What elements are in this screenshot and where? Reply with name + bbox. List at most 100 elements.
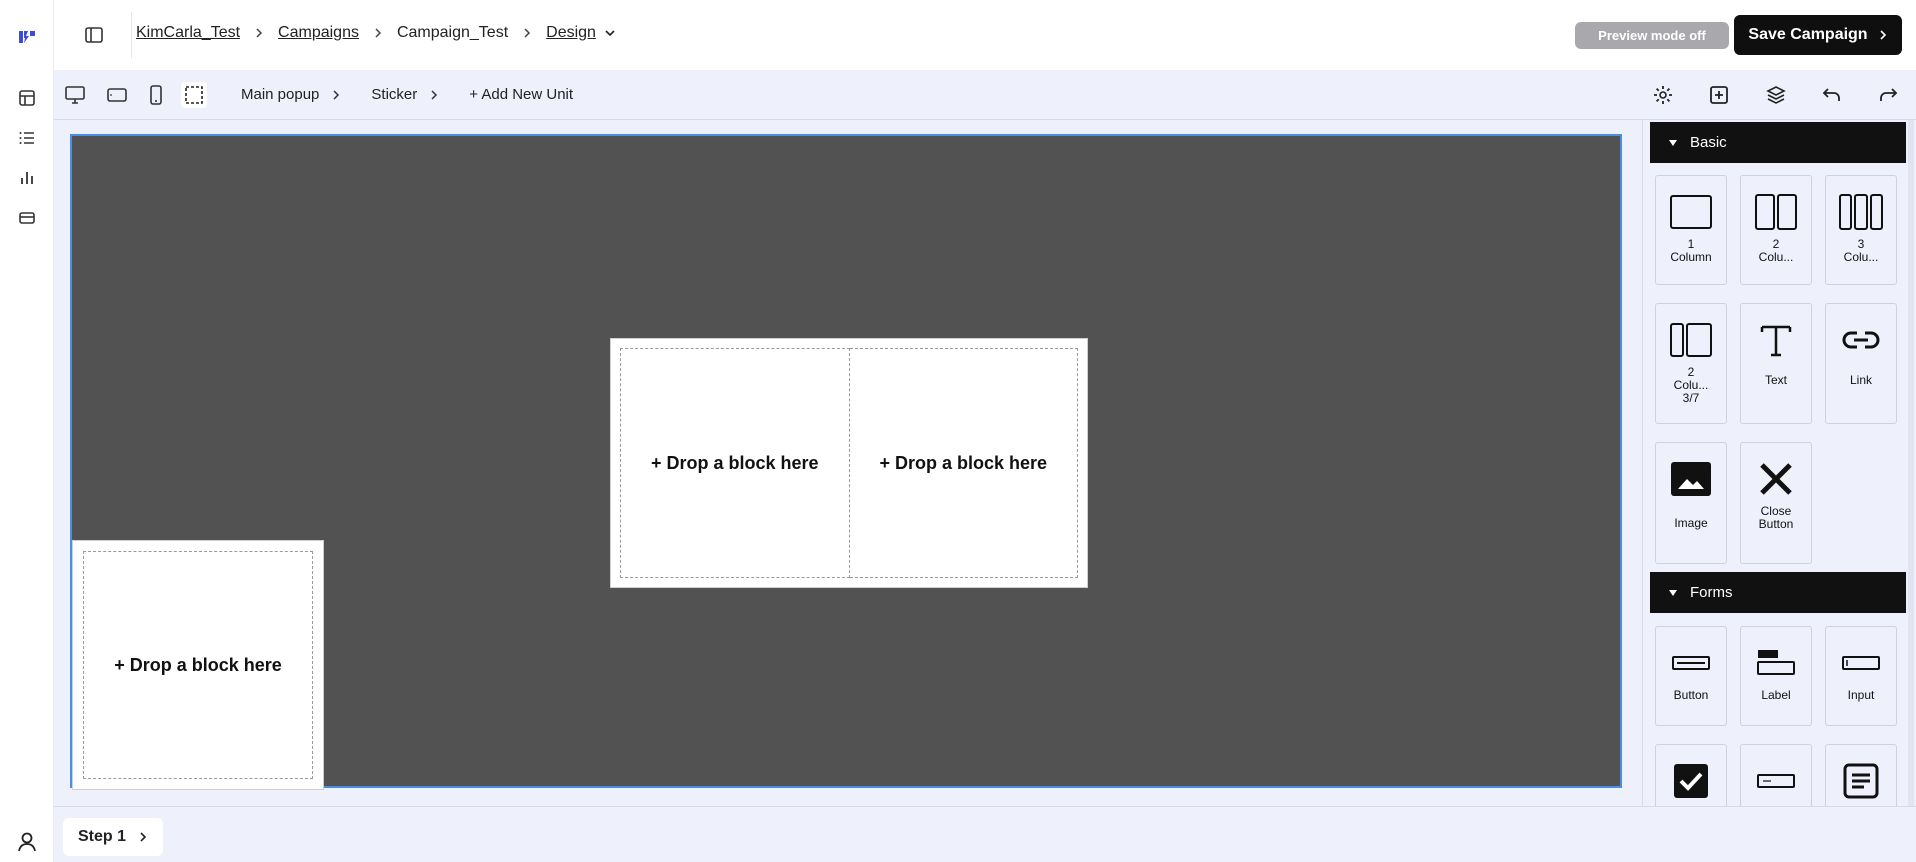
save-campaign-label: Save Campaign — [1748, 26, 1868, 43]
block-label: Input — [1847, 688, 1875, 702]
chevron-right-icon — [373, 27, 383, 39]
number-input-icon — [1756, 761, 1796, 801]
text-icon — [1758, 320, 1794, 360]
chevron-down-icon[interactable] — [604, 28, 616, 38]
block-label: Text — [1764, 373, 1787, 387]
add-new-unit-button[interactable]: + Add New Unit — [469, 86, 573, 103]
left-rail — [0, 0, 54, 862]
chevron-right-icon — [522, 27, 532, 39]
editor-workspace: + Drop a block here + Drop a block here … — [54, 120, 1642, 806]
block-checkbox[interactable] — [1655, 744, 1727, 806]
blocks-panel: Basic 1 Column 2 Colu... 3 Colu... 2 Col… — [1642, 120, 1916, 806]
main-popup-tab[interactable]: Main popup — [241, 86, 371, 103]
header-divider — [131, 12, 132, 58]
sticker-container[interactable]: + Drop a block here — [72, 540, 324, 790]
desktop-view-icon[interactable] — [62, 82, 88, 108]
block-link[interactable]: Link — [1825, 303, 1897, 424]
block-label: Label — [1761, 688, 1791, 702]
checkbox-icon — [1673, 761, 1709, 801]
sticker-label: Sticker — [371, 86, 418, 103]
close-icon — [1756, 459, 1796, 499]
select-area-icon[interactable] — [181, 82, 207, 108]
app-logo-icon[interactable] — [14, 24, 40, 50]
block-label: 2 Colu... 3/7 — [1673, 365, 1709, 405]
block-textarea[interactable] — [1825, 744, 1897, 806]
block-input[interactable]: Input — [1825, 626, 1897, 726]
redo-icon[interactable] — [1875, 82, 1901, 108]
label-block-icon — [1756, 643, 1796, 683]
sidebar-toggle-icon[interactable] — [82, 23, 106, 47]
block-label: Close Button — [1758, 504, 1794, 531]
tablet-landscape-icon[interactable] — [104, 82, 130, 108]
chevron-right-icon — [333, 89, 340, 100]
chevron-right-icon — [431, 89, 438, 100]
block-label: 3 Colu... — [1843, 237, 1879, 264]
caret-down-icon — [1669, 589, 1677, 596]
block-label-field[interactable]: Label — [1740, 626, 1812, 726]
chevron-right-icon — [1878, 29, 1888, 41]
two-columns-3-7-icon — [1670, 320, 1712, 360]
image-icon — [1670, 459, 1712, 499]
block-label: Button — [1673, 688, 1709, 702]
step-selector[interactable]: Step 1 — [63, 818, 163, 856]
chevron-right-icon — [254, 27, 264, 39]
basic-section-header[interactable]: Basic — [1650, 122, 1906, 163]
top-header: KimCarla_Test Campaigns Campaign_Test De… — [54, 0, 1916, 70]
card-icon[interactable] — [14, 205, 40, 231]
block-1-column[interactable]: 1 Column — [1655, 175, 1727, 285]
settings-gear-icon[interactable] — [1650, 82, 1676, 108]
drop-zone[interactable]: + Drop a block here — [83, 551, 313, 779]
drop-zone[interactable]: + Drop a block here — [620, 348, 850, 578]
preview-mode-toggle[interactable]: Preview mode off — [1575, 22, 1729, 49]
breadcrumb-campaign: Campaign_Test — [396, 24, 509, 41]
step-label: Step 1 — [77, 828, 126, 845]
analytics-icon[interactable] — [14, 165, 40, 191]
forms-section-title: Forms — [1690, 584, 1733, 601]
save-campaign-button[interactable]: Save Campaign — [1734, 15, 1902, 55]
block-text[interactable]: Text — [1740, 303, 1812, 424]
main-popup-container[interactable]: + Drop a block here + Drop a block here — [610, 338, 1088, 588]
block-label: Link — [1849, 373, 1872, 387]
block-close-button[interactable]: Close Button — [1740, 442, 1812, 564]
three-columns-icon — [1839, 192, 1883, 232]
block-image[interactable]: Image — [1655, 442, 1727, 564]
add-new-unit-label: + Add New Unit — [469, 86, 574, 103]
breadcrumb-workspace[interactable]: KimCarla_Test — [136, 24, 240, 42]
drop-zone[interactable]: + Drop a block here — [849, 348, 1078, 578]
button-block-icon — [1671, 643, 1711, 683]
layout-icon[interactable] — [14, 85, 40, 111]
block-2-columns[interactable]: 2 Colu... — [1740, 175, 1812, 285]
block-3-columns[interactable]: 3 Colu... — [1825, 175, 1897, 285]
panel-scrollbar[interactable] — [1908, 120, 1914, 806]
mobile-view-icon[interactable] — [143, 82, 169, 108]
editor-toolbar: Main popup Sticker + Add New Unit — [54, 70, 1916, 120]
layers-icon[interactable] — [1763, 82, 1789, 108]
add-block-icon[interactable] — [1706, 82, 1732, 108]
main-popup-label: Main popup — [241, 86, 320, 103]
caret-down-icon — [1669, 139, 1677, 146]
undo-icon[interactable] — [1819, 82, 1845, 108]
list-icon[interactable] — [14, 125, 40, 151]
input-block-icon — [1841, 643, 1881, 683]
chevron-right-icon — [140, 832, 147, 842]
one-column-icon — [1670, 192, 1712, 232]
step-bar: Step 1 — [54, 806, 1916, 862]
block-2-columns-3-7[interactable]: 2 Colu... 3/7 — [1655, 303, 1727, 424]
block-number-input[interactable] — [1740, 744, 1812, 806]
forms-section-header[interactable]: Forms — [1650, 572, 1906, 613]
sticker-tab[interactable]: Sticker — [371, 86, 469, 103]
user-icon[interactable] — [14, 829, 40, 855]
breadcrumb-design[interactable]: Design — [546, 24, 596, 42]
two-columns-icon — [1755, 192, 1797, 232]
block-button[interactable]: Button — [1655, 626, 1727, 726]
basic-section-title: Basic — [1690, 134, 1727, 151]
breadcrumb: KimCarla_Test Campaigns Campaign_Test De… — [136, 24, 616, 42]
link-icon — [1841, 320, 1881, 360]
textarea-icon — [1843, 761, 1879, 801]
block-label: 1 Column — [1670, 237, 1712, 264]
popup-steps-nav: Main popup Sticker + Add New Unit — [241, 86, 573, 103]
block-label: Image — [1674, 516, 1708, 530]
block-label: 2 Colu... — [1758, 237, 1794, 264]
breadcrumb-campaigns[interactable]: Campaigns — [278, 24, 359, 42]
design-canvas[interactable]: + Drop a block here + Drop a block here … — [70, 134, 1622, 790]
